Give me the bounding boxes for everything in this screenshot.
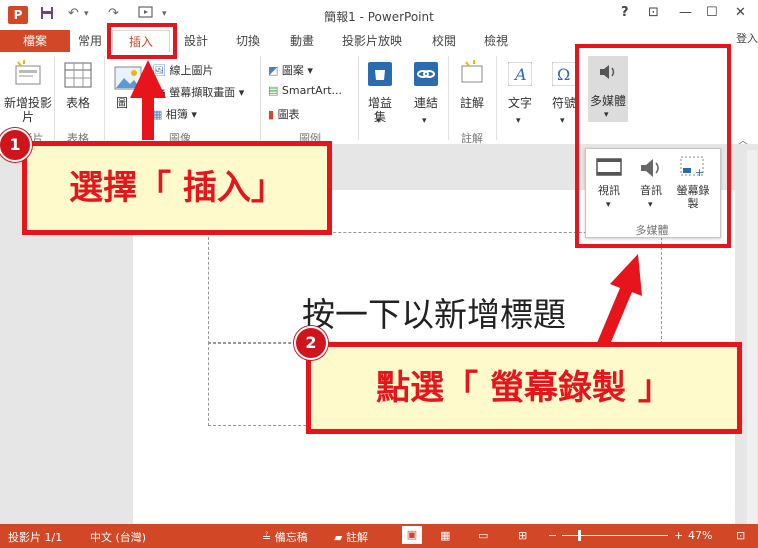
- arrow-to-insert: [130, 60, 166, 140]
- arrow-to-screen-recording: [594, 254, 642, 354]
- badge-step2: 2: [294, 326, 328, 360]
- callout-step1: 選擇「 插入」: [22, 141, 332, 235]
- annotation-arrows: [130, 60, 642, 354]
- callout-step2: 點選「 螢幕錄製 」: [306, 342, 742, 434]
